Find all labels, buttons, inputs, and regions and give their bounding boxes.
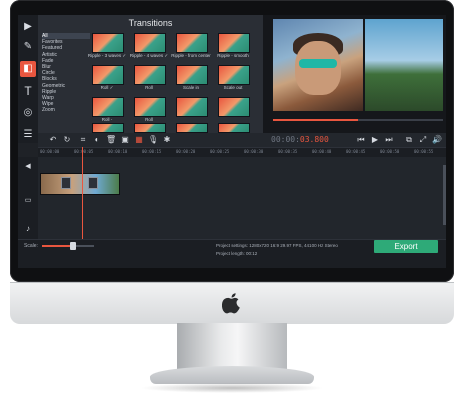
track-icons: ◀ ▭ ♪ [18,157,38,239]
timeline-scrollbar[interactable] [443,165,446,225]
camera-icon[interactable]: ▭ [20,193,36,209]
transition-thumb[interactable] [176,33,208,53]
skip-back-icon[interactable]: ⏮ [356,134,366,146]
playhead[interactable] [82,147,83,239]
transition-label: Roll ✓ [100,85,114,90]
color-icon[interactable]: ◐ [92,134,102,146]
video-clip[interactable] [40,173,120,195]
transition-thumb[interactable] [92,65,124,85]
transitions-icon[interactable]: ◧ [20,61,36,77]
tool-sidebar: ▶ ✎ ◧ T ◎ ☰ [18,15,38,143]
transition-marker[interactable] [61,177,71,189]
transition-thumb[interactable] [134,33,166,53]
bottom-bar: Scale: Project settings: 1280x720 16:9 2… [18,239,446,268]
ruler-label: 00:00:30 [244,149,264,154]
transitions-panel: Transitions All Favorites Featured Artis… [38,15,263,133]
scale-slider-fill [42,245,72,247]
transition-thumb[interactable] [218,65,250,85]
ruler-label: 00:00:05 [74,149,94,154]
panel-title: Transitions [128,18,173,28]
category-item[interactable]: Zoom [42,107,90,113]
wand-icon[interactable]: ✎ [20,39,36,55]
transition-thumb[interactable] [218,123,250,133]
settings-icon[interactable]: ✱ [162,134,172,146]
redo-icon[interactable]: ↻ [62,134,72,146]
transition-label: Ripple - from center [171,53,211,58]
transition-thumb[interactable] [92,33,124,53]
film-icon[interactable]: ▶ [20,19,36,35]
list-icon[interactable]: ☰ [20,127,36,143]
transition-label: Scale in [182,85,199,90]
transition-label: Scale out [223,85,243,90]
transition-thumb[interactable] [218,97,250,117]
play-icon[interactable]: ▶ [370,134,380,146]
clip-icon[interactable]: ▣ [120,134,130,146]
skip-forward-icon[interactable]: ⏭ [384,134,394,146]
floor-shadow [140,383,324,393]
transition-thumb[interactable] [176,97,208,117]
ruler-label: 00:00:45 [346,149,366,154]
transition-thumb[interactable] [218,33,250,53]
ruler-label: 00:00:20 [176,149,196,154]
export-button[interactable]: Export [374,240,438,253]
apple-logo-icon [222,293,240,314]
undo-icon[interactable]: ↶ [48,134,58,146]
seek-progress [273,119,358,121]
timecode: 00:00:03.800 [271,134,329,146]
transition-label: Roll [145,85,153,90]
ruler-label: 00:00:25 [210,149,230,154]
transition-label: Roll - [101,117,113,122]
transition-thumb[interactable] [92,123,124,133]
transition-thumb[interactable] [92,97,124,117]
ruler-label: 00:00:10 [108,149,128,154]
filters-icon[interactable]: ◎ [20,105,36,121]
stand-neck [177,323,287,369]
timecode-elapsed: 00:00: [271,135,300,144]
ruler-label: 00:00:40 [312,149,332,154]
ruler-label: 00:00:50 [380,149,400,154]
transition-thumb[interactable] [134,65,166,85]
project-info: Project settings: 1280x720 16:9 29.97 FP… [216,242,338,258]
transition-thumb[interactable] [176,123,208,133]
preview-frame-b [365,19,443,111]
transition-label: Ripple - smooth [217,53,249,58]
scale-slider-knob[interactable] [70,242,76,250]
ruler-label: 00:00:55 [414,149,434,154]
transition-thumb[interactable] [134,97,166,117]
transition-label: Ripple - 4 waves ✓ [129,53,169,58]
editor-screen: ▶ ✎ ◧ T ◎ ☰ Transitions All Favorites Fe… [18,15,446,268]
category-list: All Favorites Featured Artistic Fade Blu… [42,33,90,114]
ruler-label: 00:00:15 [142,149,162,154]
fullscreen-icon[interactable]: ⤢ [418,134,428,146]
crop-icon[interactable]: ⌗ [78,134,88,146]
project-settings: Project settings: 1280x720 16:9 29.97 FP… [216,243,338,248]
transition-label: Roll [145,117,153,122]
media-icon[interactable]: ▦ [134,134,144,146]
music-icon[interactable]: ♪ [20,221,36,237]
preview-frame-a [273,19,363,111]
sunglasses-shape [299,59,337,68]
volume-icon[interactable]: 🔊 [432,134,442,146]
project-length: Project length: 00:12 [216,251,258,256]
transition-marker[interactable] [88,177,98,189]
scale-label: Scale: [24,243,38,249]
microphone-icon[interactable]: 🎙 [148,134,158,146]
stand-base [150,366,314,384]
speaker-icon[interactable]: ◀ [20,159,36,175]
timecode-current: 03.800 [299,135,329,144]
transition-thumb[interactable] [176,65,208,85]
export-small-icon[interactable]: ⧉ [404,134,414,146]
ruler-label: 00:00:00 [40,149,60,154]
ruler-label: 00:00:35 [278,149,298,154]
delete-icon[interactable]: 🗑 [106,134,116,146]
transition-thumb[interactable] [134,123,166,133]
text-icon[interactable]: T [20,83,36,99]
transition-label: Ripple - 3 waves ✓ [87,53,127,58]
control-bar: ↶ ↻ ⌗ ◐ 🗑 ▣ ▦ 🎙 ✱ 00:00:03.800 ⏮ ▶ ⏭ ⧉ ⤢… [38,133,446,147]
face-shape [295,41,341,95]
preview-panel [263,15,446,133]
